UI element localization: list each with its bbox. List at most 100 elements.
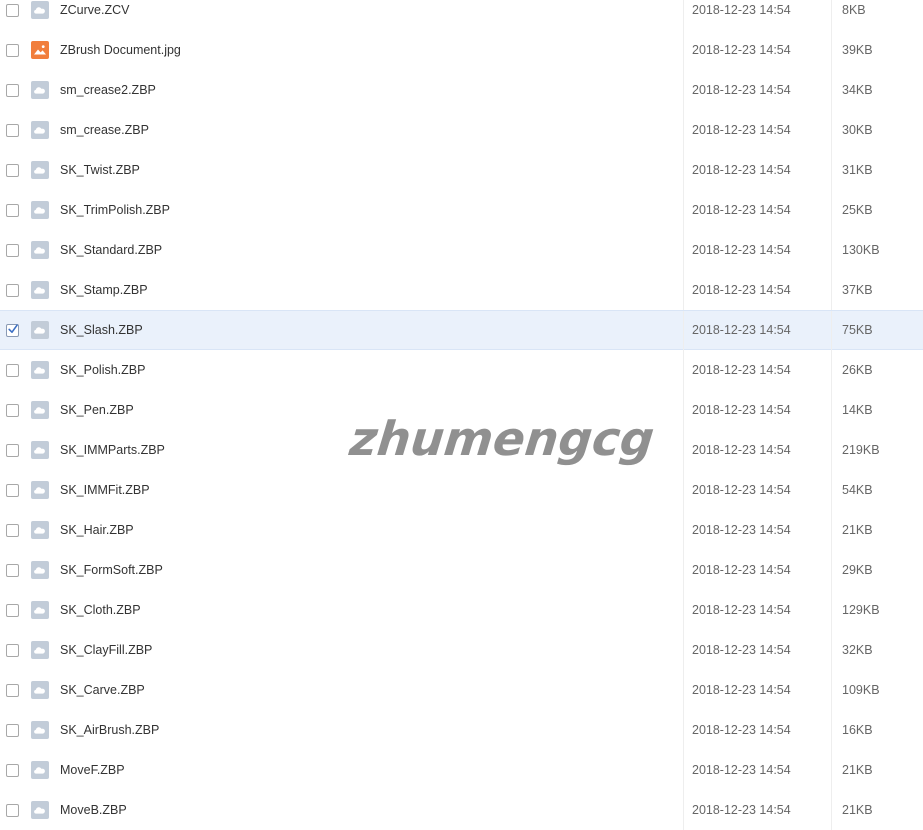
column-divider: [683, 750, 684, 790]
file-name[interactable]: SK_FormSoft.ZBP: [60, 563, 163, 577]
file-row[interactable]: SK_Standard.ZBP 2018-12-23 14:54 130KB: [0, 230, 923, 270]
column-divider: [683, 110, 684, 150]
column-divider: [683, 470, 684, 510]
file-name[interactable]: SK_Cloth.ZBP: [60, 603, 141, 617]
file-name[interactable]: MoveF.ZBP: [60, 763, 125, 777]
column-divider: [683, 70, 684, 110]
column-divider: [831, 190, 832, 230]
file-size: 219KB: [842, 443, 880, 457]
file-name[interactable]: SK_IMMFit.ZBP: [60, 483, 150, 497]
row-checkbox[interactable]: [6, 444, 19, 457]
file-row[interactable]: SK_FormSoft.ZBP 2018-12-23 14:54 29KB: [0, 550, 923, 590]
file-row[interactable]: SK_AirBrush.ZBP 2018-12-23 14:54 16KB: [0, 710, 923, 750]
file-name[interactable]: SK_Carve.ZBP: [60, 683, 145, 697]
row-checkbox[interactable]: [6, 124, 19, 137]
row-checkbox[interactable]: [6, 44, 19, 57]
file-name[interactable]: MoveB.ZBP: [60, 803, 127, 817]
file-row[interactable]: SK_TrimPolish.ZBP 2018-12-23 14:54 25KB: [0, 190, 923, 230]
row-checkbox[interactable]: [6, 404, 19, 417]
column-divider: [683, 590, 684, 630]
cloud-file-icon: [31, 761, 49, 779]
row-checkbox[interactable]: [6, 484, 19, 497]
row-checkbox[interactable]: [6, 204, 19, 217]
file-row[interactable]: SK_IMMFit.ZBP 2018-12-23 14:54 54KB: [0, 470, 923, 510]
row-checkbox[interactable]: [6, 524, 19, 537]
file-row[interactable]: MoveB.ZBP 2018-12-23 14:54 21KB: [0, 790, 923, 830]
file-name[interactable]: sm_crease.ZBP: [60, 123, 149, 137]
column-divider: [831, 230, 832, 270]
file-name[interactable]: SK_IMMParts.ZBP: [60, 443, 165, 457]
file-name[interactable]: SK_Polish.ZBP: [60, 363, 145, 377]
file-name[interactable]: sm_crease2.ZBP: [60, 83, 156, 97]
file-row[interactable]: SK_Hair.ZBP 2018-12-23 14:54 21KB: [0, 510, 923, 550]
file-size: 32KB: [842, 643, 873, 657]
row-checkbox[interactable]: [6, 244, 19, 257]
file-name[interactable]: SK_Stamp.ZBP: [60, 283, 148, 297]
cloud-file-icon: [31, 561, 49, 579]
file-row[interactable]: ZBrush Document.jpg 2018-12-23 14:54 39KB: [0, 30, 923, 70]
column-divider: [683, 430, 684, 470]
file-row[interactable]: SK_Cloth.ZBP 2018-12-23 14:54 129KB: [0, 590, 923, 630]
file-name[interactable]: SK_AirBrush.ZBP: [60, 723, 159, 737]
file-row[interactable]: sm_crease.ZBP 2018-12-23 14:54 30KB: [0, 110, 923, 150]
file-row[interactable]: SK_ClayFill.ZBP 2018-12-23 14:54 32KB: [0, 630, 923, 670]
cloud-file-icon: [31, 201, 49, 219]
column-divider: [831, 790, 832, 830]
cloud-file-icon: [31, 681, 49, 699]
file-modified-date: 2018-12-23 14:54: [692, 523, 791, 537]
row-checkbox[interactable]: [6, 724, 19, 737]
file-modified-date: 2018-12-23 14:54: [692, 283, 791, 297]
file-name[interactable]: SK_Slash.ZBP: [60, 323, 143, 337]
file-size: 21KB: [842, 523, 873, 537]
file-row[interactable]: MoveF.ZBP 2018-12-23 14:54 21KB: [0, 750, 923, 790]
column-divider: [831, 350, 832, 390]
file-name[interactable]: ZCurve.ZCV: [60, 3, 129, 17]
file-row[interactable]: SK_Slash.ZBP 2018-12-23 14:54 75KB: [0, 310, 923, 351]
file-row[interactable]: SK_Pen.ZBP 2018-12-23 14:54 14KB: [0, 390, 923, 430]
row-checkbox[interactable]: [6, 564, 19, 577]
file-name[interactable]: SK_Pen.ZBP: [60, 403, 134, 417]
column-divider: [831, 110, 832, 150]
file-row[interactable]: sm_crease2.ZBP 2018-12-23 14:54 34KB: [0, 70, 923, 110]
column-divider: [683, 550, 684, 590]
file-row[interactable]: SK_Twist.ZBP 2018-12-23 14:54 31KB: [0, 150, 923, 190]
file-row[interactable]: SK_Stamp.ZBP 2018-12-23 14:54 37KB: [0, 270, 923, 310]
file-modified-date: 2018-12-23 14:54: [692, 723, 791, 737]
row-checkbox[interactable]: [6, 764, 19, 777]
file-row[interactable]: ZCurve.ZCV 2018-12-23 14:54 8KB: [0, 0, 923, 30]
file-name[interactable]: SK_Twist.ZBP: [60, 163, 140, 177]
row-checkbox[interactable]: [6, 284, 19, 297]
column-divider: [683, 0, 684, 30]
file-row[interactable]: SK_IMMParts.ZBP 2018-12-23 14:54 219KB: [0, 430, 923, 470]
file-modified-date: 2018-12-23 14:54: [692, 323, 791, 337]
column-divider: [831, 510, 832, 550]
row-checkbox[interactable]: [6, 324, 19, 337]
file-size: 14KB: [842, 403, 873, 417]
file-name[interactable]: ZBrush Document.jpg: [60, 43, 181, 57]
file-size: 30KB: [842, 123, 873, 137]
file-modified-date: 2018-12-23 14:54: [692, 803, 791, 817]
row-checkbox[interactable]: [6, 684, 19, 697]
row-checkbox[interactable]: [6, 364, 19, 377]
file-row[interactable]: SK_Polish.ZBP 2018-12-23 14:54 26KB: [0, 350, 923, 390]
column-divider: [831, 430, 832, 470]
column-divider: [683, 790, 684, 830]
cloud-file-icon: [31, 441, 49, 459]
file-row[interactable]: SK_Carve.ZBP 2018-12-23 14:54 109KB: [0, 670, 923, 710]
row-checkbox[interactable]: [6, 644, 19, 657]
row-checkbox[interactable]: [6, 604, 19, 617]
row-checkbox[interactable]: [6, 84, 19, 97]
column-divider: [683, 390, 684, 430]
file-name[interactable]: SK_ClayFill.ZBP: [60, 643, 152, 657]
file-modified-date: 2018-12-23 14:54: [692, 203, 791, 217]
cloud-file-icon: [31, 121, 49, 139]
column-divider: [831, 750, 832, 790]
row-checkbox[interactable]: [6, 164, 19, 177]
row-checkbox[interactable]: [6, 4, 19, 17]
cloud-file-icon: [31, 281, 49, 299]
file-name[interactable]: SK_TrimPolish.ZBP: [60, 203, 170, 217]
column-divider: [683, 630, 684, 670]
file-name[interactable]: SK_Hair.ZBP: [60, 523, 134, 537]
file-name[interactable]: SK_Standard.ZBP: [60, 243, 162, 257]
row-checkbox[interactable]: [6, 804, 19, 817]
